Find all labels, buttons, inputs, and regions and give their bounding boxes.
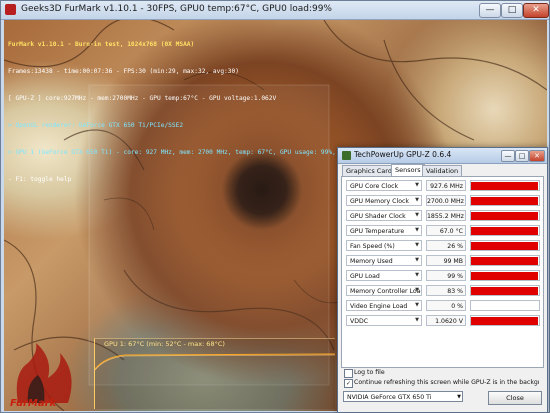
gpuz-title-bar[interactable]: TechPowerUp GPU-Z 0.6.4 — □ ✕ xyxy=(338,148,547,164)
sensor-label: GPU Load xyxy=(346,270,422,281)
continue-refresh-checkbox[interactable]: ✓ xyxy=(344,379,353,388)
sensor-graph xyxy=(470,285,540,296)
sensor-value: 83 % xyxy=(426,285,466,296)
sensor-graph-fill xyxy=(471,227,538,235)
close-button[interactable]: ✕ xyxy=(523,3,549,18)
sensor-dropdown-icon[interactable]: ▼ xyxy=(412,195,422,206)
sensor-label: GPU Memory Clock xyxy=(346,195,422,206)
hud-frames-line: Frames:13438 - time:00:07:36 - FPS:30 (m… xyxy=(8,68,239,75)
hud-renderer-line: > OpenGL renderer: GeForce GTX 650 Ti/PC… xyxy=(8,122,184,129)
gpuz-title: TechPowerUp GPU-Z 0.6.4 xyxy=(354,150,452,159)
sensor-label: GPU Shader Clock xyxy=(346,210,422,221)
sensor-value: 67.0 °C xyxy=(426,225,466,236)
sensor-label: Video Engine Load xyxy=(346,300,422,311)
temperature-graph xyxy=(94,338,335,409)
maximize-button[interactable]: □ xyxy=(501,3,523,18)
hud-help-line: - F1: toggle help xyxy=(8,176,72,183)
sensor-graph xyxy=(470,270,540,281)
sensor-value: 2700.0 MHz xyxy=(426,195,466,206)
sensor-value: 99 MB xyxy=(426,255,466,266)
sensor-row: Memory Controller Load ▼ 83 % xyxy=(346,285,540,296)
hud-gpu-line: > GPU 1 (GeForce GTX 650 Ti) - core: 927… xyxy=(8,149,388,156)
sensor-label: Memory Used xyxy=(346,255,422,266)
hud-gpuz-line: [ GPU-Z ] core:927MHz - mem:2700MHz - GP… xyxy=(8,95,277,102)
chevron-down-icon: ▼ xyxy=(457,394,461,400)
temperature-curve xyxy=(95,353,335,371)
gpuz-minimize-button[interactable]: — xyxy=(501,150,515,162)
sensor-dropdown-icon[interactable]: ▼ xyxy=(412,180,422,191)
sensor-dropdown-icon[interactable]: ▼ xyxy=(412,210,422,221)
furmark-window: Geeks3D FurMark v1.10.1 - 30FPS, GPU0 te… xyxy=(0,0,550,413)
sensor-row: Video Engine Load ▼ 0 % xyxy=(346,300,540,311)
sensor-label: Memory Controller Load xyxy=(346,285,422,296)
sensor-value: 0 % xyxy=(426,300,466,311)
sensor-label: Fan Speed (%) xyxy=(346,240,422,251)
minimize-button[interactable]: — xyxy=(479,3,501,18)
sensor-graph xyxy=(470,315,540,326)
sensor-label: GPU Core Clock xyxy=(346,180,422,191)
gpu-select[interactable]: NVIDIA GeForce GTX 650 Ti ▼ xyxy=(343,391,463,402)
sensor-dropdown-icon[interactable]: ▼ xyxy=(412,225,422,236)
sensor-row: GPU Load ▼ 99 % xyxy=(346,270,540,281)
sensor-dropdown-icon[interactable]: ▼ xyxy=(412,315,422,326)
sensor-graph xyxy=(470,300,540,311)
sensor-row: GPU Shader Clock ▼ 1855.2 MHz xyxy=(346,210,540,221)
gpuz-maximize-button[interactable]: □ xyxy=(515,150,529,162)
sensor-graph xyxy=(470,240,540,251)
sensor-value: 99 % xyxy=(426,270,466,281)
log-to-file-checkbox[interactable] xyxy=(344,369,353,378)
sensor-row: Memory Used ▼ 99 MB xyxy=(346,255,540,266)
sensor-graph-fill xyxy=(471,257,538,265)
sensor-graph-fill xyxy=(471,197,538,205)
sensor-graph xyxy=(470,195,540,206)
sensor-graph-fill xyxy=(471,272,538,280)
sensor-graph-fill xyxy=(471,287,538,295)
log-to-file-label: Log to file xyxy=(354,369,385,376)
sensor-graph-fill xyxy=(471,212,538,220)
sensor-row: Fan Speed (%) ▼ 26 % xyxy=(346,240,540,251)
gpu-select-value: NVIDIA GeForce GTX 650 Ti xyxy=(347,394,432,401)
gpuz-close-button[interactable]: ✕ xyxy=(529,150,545,162)
temperature-graph-label: GPU 1: 67°C (min: 52°C - max: 68°C) xyxy=(104,340,225,348)
sensor-dropdown-icon[interactable]: ▼ xyxy=(412,285,422,296)
sensor-row: GPU Temperature ▼ 67.0 °C xyxy=(346,225,540,236)
sensor-row: VDDC ▼ 1.0620 V xyxy=(346,315,540,326)
title-bar[interactable]: Geeks3D FurMark v1.10.1 - 30FPS, GPU0 te… xyxy=(1,1,549,20)
sensor-graph xyxy=(470,255,540,266)
sensor-graph xyxy=(470,180,540,191)
sensor-value: 927.6 MHz xyxy=(426,180,466,191)
sensor-value: 1855.2 MHz xyxy=(426,210,466,221)
sensor-graph-fill xyxy=(471,242,538,250)
sensors-panel: GPU Core Clock ▼ 927.6 MHz GPU Memory Cl… xyxy=(341,176,544,368)
gpuz-window: TechPowerUp GPU-Z 0.6.4 — □ ✕ Graphics C… xyxy=(337,147,548,413)
sensor-value: 26 % xyxy=(426,240,466,251)
furmark-logo-text: FurMark xyxy=(10,398,57,409)
sensor-dropdown-icon[interactable]: ▼ xyxy=(412,270,422,281)
sensor-dropdown-icon[interactable]: ▼ xyxy=(412,255,422,266)
sensor-row: GPU Memory Clock ▼ 2700.0 MHz xyxy=(346,195,540,206)
gpuz-close-dialog-button[interactable]: Close xyxy=(488,391,542,405)
furmark-app-icon xyxy=(5,4,16,15)
sensor-dropdown-icon[interactable]: ▼ xyxy=(412,240,422,251)
gpuz-app-icon xyxy=(342,151,351,160)
sensor-value: 1.0620 V xyxy=(426,315,466,326)
window-title: Geeks3D FurMark v1.10.1 - 30FPS, GPU0 te… xyxy=(21,4,332,14)
hud-title-line: FurMark v1.10.1 - Burn-in test, 1024x768… xyxy=(8,41,195,48)
sensor-label: VDDC xyxy=(346,315,422,326)
sensor-label: GPU Temperature xyxy=(346,225,422,236)
continue-refresh-label: Continue refreshing this screen while GP… xyxy=(354,379,539,386)
sensor-graph xyxy=(470,210,540,221)
sensor-dropdown-icon[interactable]: ▼ xyxy=(412,300,422,311)
hud-overlay: FurMark v1.10.1 - Burn-in test, 1024x768… xyxy=(8,22,388,202)
sensor-graph-fill xyxy=(471,182,538,190)
sensor-graph xyxy=(470,225,540,236)
sensor-graph-fill xyxy=(471,317,538,325)
sensor-row: GPU Core Clock ▼ 927.6 MHz xyxy=(346,180,540,191)
